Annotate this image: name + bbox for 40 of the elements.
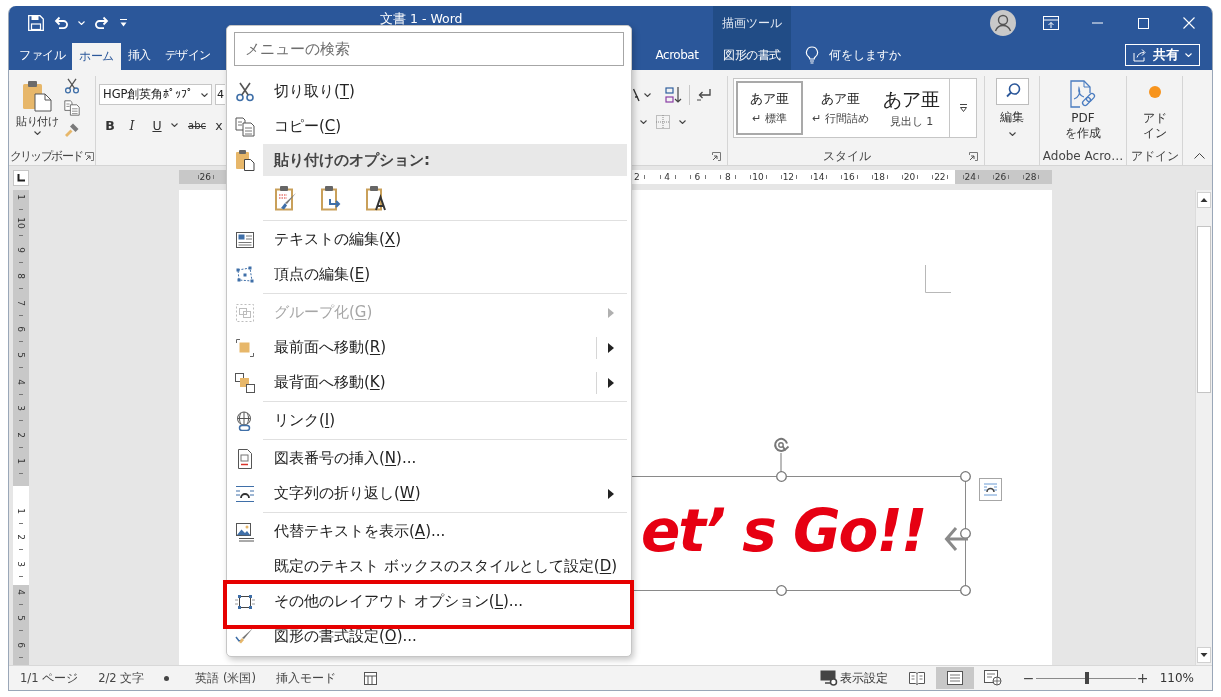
ruler-number: 4 (16, 589, 26, 595)
ruler-number: 6 (16, 326, 26, 332)
ruler-number: 12 (782, 172, 795, 182)
ruler-number: 14 (812, 172, 825, 182)
ruler-number: 1 (16, 194, 26, 200)
ruler-number: 1 (16, 458, 26, 464)
ruler-number: 9 (16, 246, 26, 253)
ruler-number: 2 (634, 172, 640, 182)
ruler-number: 3 (16, 560, 26, 567)
ruler-number: 16 (843, 172, 855, 182)
window-title: 文書 1 - Word (380, 12, 463, 26)
ruler-number: 24 (964, 172, 976, 182)
ruler-number: 26 (994, 172, 1007, 182)
group-label: アドイン (1130, 148, 1179, 164)
ruler-number: 3 (16, 405, 26, 411)
group-label: Adobe Acro… (1042, 148, 1124, 164)
ruler-number: 4 (664, 172, 671, 182)
ruler-number: 28 (1025, 172, 1037, 182)
ruler-number: 10 (16, 217, 26, 230)
ruler-number: 5 (16, 615, 26, 622)
group-label: クリップボード (9, 148, 83, 164)
menu-section-header: 貼り付けのオプション: (263, 144, 627, 176)
ruler-number: 2 (16, 534, 26, 541)
ruler-number: 8 (16, 273, 26, 280)
shape-text: et’ s Go!! (641, 499, 926, 563)
ruler-number: 10 (752, 172, 764, 182)
ruler-number: 22 (934, 172, 946, 182)
ruler-number: 7 (16, 299, 26, 306)
ruler-number: 6 (694, 172, 701, 182)
ruler-number: 6 (16, 641, 26, 648)
ruler-number: 26 (199, 172, 211, 182)
ruler-number: 18 (873, 172, 885, 182)
ruler-number: 20 (903, 172, 916, 182)
ruler-number: 1 (16, 508, 26, 514)
ruler-number: 2 (16, 431, 26, 438)
ruler-number: 8 (724, 172, 731, 182)
ruler-number: 4 (16, 378, 26, 385)
ruler-number: 5 (16, 352, 26, 359)
contextual-group-title: 描画ツール (713, 6, 791, 40)
group-label: スタイル (823, 148, 871, 164)
